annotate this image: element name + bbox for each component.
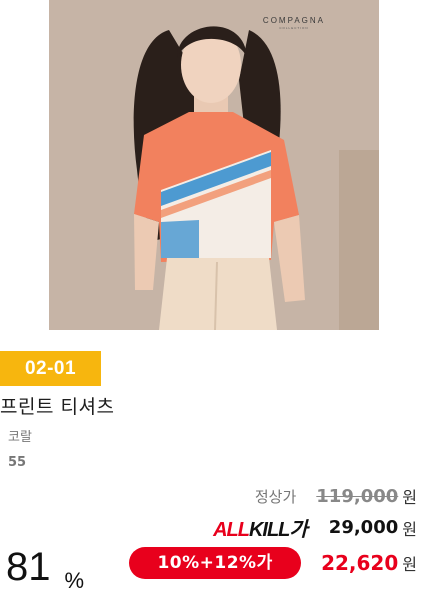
allkill-price-row: ALLKILL가 29,000 원 [213, 513, 417, 542]
currency-label: 원 [402, 519, 417, 539]
regular-price-label: 정상가 [254, 487, 297, 506]
regular-price-value: 119,000 [316, 485, 399, 507]
discount-badge: 10%+12%가 [129, 547, 302, 579]
allkill-logo-c: 가 [289, 519, 307, 541]
discount-rate: 81 % [6, 545, 84, 593]
product-image[interactable]: COMPAGNA COLLECTION [49, 0, 379, 330]
discount-rate-number: 81 [6, 545, 51, 589]
brand-watermark: COMPAGNA COLLECTION [263, 16, 325, 30]
discount-rate-sign: % [64, 568, 85, 593]
model-illustration [49, 0, 379, 330]
product-title[interactable]: 프린트 티셔츠 [0, 392, 114, 419]
allkill-logo-a: ALL [213, 519, 250, 541]
regular-price-row: 정상가 119,000 원 [255, 484, 417, 508]
final-price-row: 10%+12%가 22,620 원 [129, 547, 417, 579]
product-size: 55 [8, 455, 27, 470]
allkill-logo: ALLKILL가 [213, 513, 308, 542]
product-card[interactable]: COMPAGNA COLLECTION 02-01 프린트 티셔츠 코랄 55 … [0, 0, 430, 600]
allkill-logo-b: KILL [248, 519, 290, 541]
brand-subtitle: COLLECTION [279, 26, 309, 30]
product-color: 코랄 [8, 430, 32, 445]
currency-label: 원 [402, 555, 417, 574]
product-code-badge: 02-01 [0, 351, 101, 386]
currency-label: 원 [402, 488, 417, 507]
final-price-value: 22,620 [321, 551, 399, 575]
allkill-price-value: 29,000 [328, 517, 399, 538]
brand-name: COMPAGNA [262, 16, 325, 25]
